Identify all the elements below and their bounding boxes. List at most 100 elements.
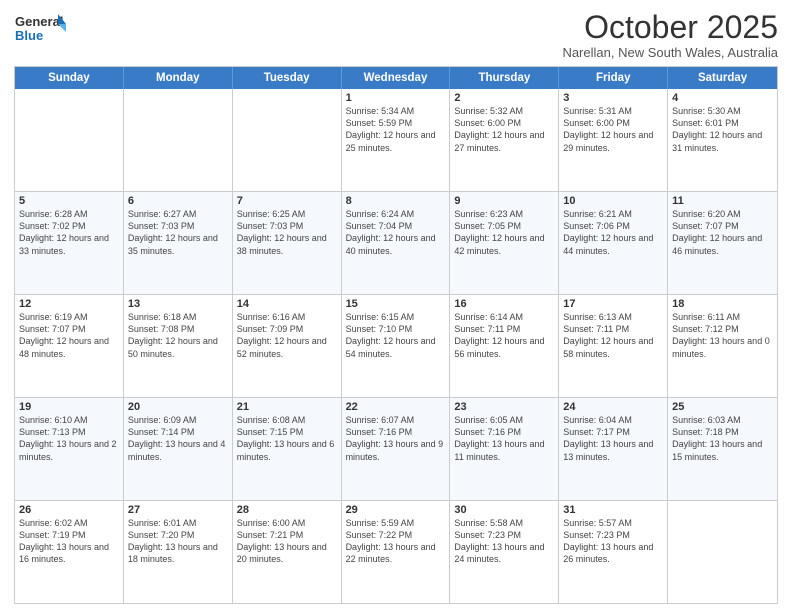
cell-info: Sunrise: 6:19 AM Sunset: 7:07 PM Dayligh… xyxy=(19,311,119,360)
calendar-cell: 27Sunrise: 6:01 AM Sunset: 7:20 PM Dayli… xyxy=(124,501,233,603)
calendar-cell: 19Sunrise: 6:10 AM Sunset: 7:13 PM Dayli… xyxy=(15,398,124,500)
calendar-row: 5Sunrise: 6:28 AM Sunset: 7:02 PM Daylig… xyxy=(15,191,777,294)
calendar-cell: 22Sunrise: 6:07 AM Sunset: 7:16 PM Dayli… xyxy=(342,398,451,500)
calendar-header-cell: Thursday xyxy=(450,67,559,89)
day-number: 9 xyxy=(454,195,554,207)
cell-info: Sunrise: 6:03 AM Sunset: 7:18 PM Dayligh… xyxy=(672,414,773,463)
calendar-cell xyxy=(15,89,124,191)
cell-info: Sunrise: 6:18 AM Sunset: 7:08 PM Dayligh… xyxy=(128,311,228,360)
day-number: 21 xyxy=(237,401,337,413)
day-number: 26 xyxy=(19,504,119,516)
cell-info: Sunrise: 5:30 AM Sunset: 6:01 PM Dayligh… xyxy=(672,105,773,154)
cell-info: Sunrise: 6:24 AM Sunset: 7:04 PM Dayligh… xyxy=(346,208,446,257)
calendar-row: 19Sunrise: 6:10 AM Sunset: 7:13 PM Dayli… xyxy=(15,397,777,500)
calendar-cell xyxy=(233,89,342,191)
calendar-body: 1Sunrise: 5:34 AM Sunset: 5:59 PM Daylig… xyxy=(15,89,777,603)
day-number: 23 xyxy=(454,401,554,413)
day-number: 17 xyxy=(563,298,663,310)
calendar-cell: 17Sunrise: 6:13 AM Sunset: 7:11 PM Dayli… xyxy=(559,295,668,397)
cell-info: Sunrise: 6:20 AM Sunset: 7:07 PM Dayligh… xyxy=(672,208,773,257)
day-number: 1 xyxy=(346,92,446,104)
calendar-header-cell: Monday xyxy=(124,67,233,89)
calendar-header-cell: Friday xyxy=(559,67,668,89)
day-number: 10 xyxy=(563,195,663,207)
cell-info: Sunrise: 5:31 AM Sunset: 6:00 PM Dayligh… xyxy=(563,105,663,154)
month-title: October 2025 xyxy=(562,10,778,45)
cell-info: Sunrise: 6:07 AM Sunset: 7:16 PM Dayligh… xyxy=(346,414,446,463)
day-number: 13 xyxy=(128,298,228,310)
day-number: 31 xyxy=(563,504,663,516)
cell-info: Sunrise: 6:23 AM Sunset: 7:05 PM Dayligh… xyxy=(454,208,554,257)
cell-info: Sunrise: 6:15 AM Sunset: 7:10 PM Dayligh… xyxy=(346,311,446,360)
calendar-header: SundayMondayTuesdayWednesdayThursdayFrid… xyxy=(15,67,777,89)
day-number: 19 xyxy=(19,401,119,413)
cell-info: Sunrise: 6:28 AM Sunset: 7:02 PM Dayligh… xyxy=(19,208,119,257)
day-number: 4 xyxy=(672,92,773,104)
page: General Blue October 2025 Narellan, New … xyxy=(0,0,792,612)
day-number: 15 xyxy=(346,298,446,310)
calendar-cell: 18Sunrise: 6:11 AM Sunset: 7:12 PM Dayli… xyxy=(668,295,777,397)
cell-info: Sunrise: 5:34 AM Sunset: 5:59 PM Dayligh… xyxy=(346,105,446,154)
day-number: 22 xyxy=(346,401,446,413)
cell-info: Sunrise: 5:32 AM Sunset: 6:00 PM Dayligh… xyxy=(454,105,554,154)
calendar-cell: 10Sunrise: 6:21 AM Sunset: 7:06 PM Dayli… xyxy=(559,192,668,294)
day-number: 8 xyxy=(346,195,446,207)
cell-info: Sunrise: 6:25 AM Sunset: 7:03 PM Dayligh… xyxy=(237,208,337,257)
calendar-cell: 11Sunrise: 6:20 AM Sunset: 7:07 PM Dayli… xyxy=(668,192,777,294)
cell-info: Sunrise: 6:10 AM Sunset: 7:13 PM Dayligh… xyxy=(19,414,119,463)
calendar-cell: 30Sunrise: 5:58 AM Sunset: 7:23 PM Dayli… xyxy=(450,501,559,603)
day-number: 6 xyxy=(128,195,228,207)
cell-info: Sunrise: 6:04 AM Sunset: 7:17 PM Dayligh… xyxy=(563,414,663,463)
cell-info: Sunrise: 6:16 AM Sunset: 7:09 PM Dayligh… xyxy=(237,311,337,360)
cell-info: Sunrise: 5:59 AM Sunset: 7:22 PM Dayligh… xyxy=(346,517,446,566)
header: General Blue October 2025 Narellan, New … xyxy=(14,10,778,60)
calendar-cell: 3Sunrise: 5:31 AM Sunset: 6:00 PM Daylig… xyxy=(559,89,668,191)
calendar-header-cell: Tuesday xyxy=(233,67,342,89)
calendar-cell: 14Sunrise: 6:16 AM Sunset: 7:09 PM Dayli… xyxy=(233,295,342,397)
calendar-cell: 1Sunrise: 5:34 AM Sunset: 5:59 PM Daylig… xyxy=(342,89,451,191)
cell-info: Sunrise: 6:14 AM Sunset: 7:11 PM Dayligh… xyxy=(454,311,554,360)
title-block: October 2025 Narellan, New South Wales, … xyxy=(562,10,778,60)
calendar-cell: 12Sunrise: 6:19 AM Sunset: 7:07 PM Dayli… xyxy=(15,295,124,397)
day-number: 25 xyxy=(672,401,773,413)
calendar: SundayMondayTuesdayWednesdayThursdayFrid… xyxy=(14,66,778,604)
location: Narellan, New South Wales, Australia xyxy=(562,45,778,60)
calendar-cell: 6Sunrise: 6:27 AM Sunset: 7:03 PM Daylig… xyxy=(124,192,233,294)
day-number: 12 xyxy=(19,298,119,310)
calendar-row: 12Sunrise: 6:19 AM Sunset: 7:07 PM Dayli… xyxy=(15,294,777,397)
day-number: 7 xyxy=(237,195,337,207)
day-number: 28 xyxy=(237,504,337,516)
svg-text:Blue: Blue xyxy=(15,28,43,43)
calendar-cell: 21Sunrise: 6:08 AM Sunset: 7:15 PM Dayli… xyxy=(233,398,342,500)
logo: General Blue xyxy=(14,10,66,57)
day-number: 5 xyxy=(19,195,119,207)
calendar-cell: 25Sunrise: 6:03 AM Sunset: 7:18 PM Dayli… xyxy=(668,398,777,500)
cell-info: Sunrise: 6:21 AM Sunset: 7:06 PM Dayligh… xyxy=(563,208,663,257)
cell-info: Sunrise: 6:05 AM Sunset: 7:16 PM Dayligh… xyxy=(454,414,554,463)
day-number: 20 xyxy=(128,401,228,413)
day-number: 29 xyxy=(346,504,446,516)
cell-info: Sunrise: 6:11 AM Sunset: 7:12 PM Dayligh… xyxy=(672,311,773,360)
calendar-cell: 15Sunrise: 6:15 AM Sunset: 7:10 PM Dayli… xyxy=(342,295,451,397)
cell-info: Sunrise: 6:02 AM Sunset: 7:19 PM Dayligh… xyxy=(19,517,119,566)
calendar-cell: 8Sunrise: 6:24 AM Sunset: 7:04 PM Daylig… xyxy=(342,192,451,294)
cell-info: Sunrise: 6:08 AM Sunset: 7:15 PM Dayligh… xyxy=(237,414,337,463)
calendar-header-cell: Sunday xyxy=(15,67,124,89)
calendar-cell: 7Sunrise: 6:25 AM Sunset: 7:03 PM Daylig… xyxy=(233,192,342,294)
day-number: 18 xyxy=(672,298,773,310)
calendar-cell: 31Sunrise: 5:57 AM Sunset: 7:23 PM Dayli… xyxy=(559,501,668,603)
calendar-cell: 29Sunrise: 5:59 AM Sunset: 7:22 PM Dayli… xyxy=(342,501,451,603)
day-number: 3 xyxy=(563,92,663,104)
calendar-cell: 23Sunrise: 6:05 AM Sunset: 7:16 PM Dayli… xyxy=(450,398,559,500)
cell-info: Sunrise: 6:13 AM Sunset: 7:11 PM Dayligh… xyxy=(563,311,663,360)
calendar-cell: 5Sunrise: 6:28 AM Sunset: 7:02 PM Daylig… xyxy=(15,192,124,294)
calendar-row: 1Sunrise: 5:34 AM Sunset: 5:59 PM Daylig… xyxy=(15,89,777,191)
cell-info: Sunrise: 6:27 AM Sunset: 7:03 PM Dayligh… xyxy=(128,208,228,257)
calendar-header-cell: Wednesday xyxy=(342,67,451,89)
cell-info: Sunrise: 6:09 AM Sunset: 7:14 PM Dayligh… xyxy=(128,414,228,463)
cell-info: Sunrise: 5:57 AM Sunset: 7:23 PM Dayligh… xyxy=(563,517,663,566)
svg-text:General: General xyxy=(15,14,63,29)
cell-info: Sunrise: 6:01 AM Sunset: 7:20 PM Dayligh… xyxy=(128,517,228,566)
cell-info: Sunrise: 5:58 AM Sunset: 7:23 PM Dayligh… xyxy=(454,517,554,566)
day-number: 14 xyxy=(237,298,337,310)
